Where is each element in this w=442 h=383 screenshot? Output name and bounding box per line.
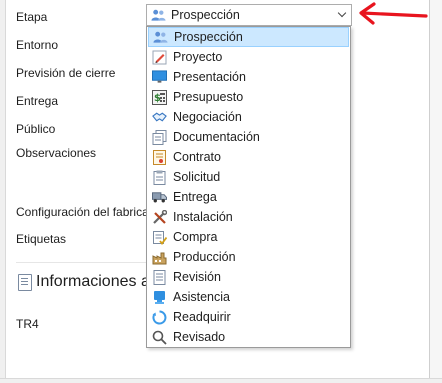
dropdown-item-presentacion[interactable]: Presentación bbox=[148, 67, 349, 87]
window-frame-bottom bbox=[0, 378, 442, 383]
dropdown-item-label: Prospección bbox=[174, 30, 243, 44]
request-icon bbox=[152, 170, 167, 185]
magnifier-icon bbox=[152, 330, 167, 345]
documents-icon bbox=[152, 129, 167, 145]
dropdown-item-label: Compra bbox=[173, 230, 218, 244]
dropdown-item-label: Solicitud bbox=[173, 170, 221, 184]
assistance-icon bbox=[152, 290, 167, 305]
dropdown-item-label: Contrato bbox=[173, 150, 221, 164]
dropdown-item-revisado[interactable]: Revisado bbox=[148, 327, 349, 347]
dropdown-item-produccion[interactable]: Producción bbox=[148, 247, 349, 267]
label-etapa: Etapa bbox=[16, 10, 48, 24]
dropdown-item-entrega[interactable]: Entrega bbox=[148, 187, 349, 207]
dropdown-item-label: Presentación bbox=[173, 70, 246, 84]
contract-icon bbox=[152, 149, 167, 165]
label-entorno: Entorno bbox=[16, 38, 59, 52]
dropdown-item-negociacion[interactable]: Negociación bbox=[148, 107, 349, 127]
people-icon bbox=[153, 30, 168, 45]
label-tr4: TR4 bbox=[16, 317, 39, 331]
chevron-down-icon[interactable] bbox=[337, 8, 347, 18]
dropdown-item-label: Presupuesto bbox=[173, 90, 244, 104]
dropdown-item-solicitud[interactable]: Solicitud bbox=[148, 167, 349, 187]
dropdown-item-instalacion[interactable]: Instalación bbox=[148, 207, 349, 227]
dropdown-item-revision[interactable]: Revisión bbox=[148, 267, 349, 287]
etapa-combobox-value: Prospección bbox=[171, 8, 240, 22]
dropdown-item-label: Revisado bbox=[173, 330, 226, 344]
pencil-icon bbox=[152, 50, 167, 65]
dropdown-item-contrato[interactable]: Contrato bbox=[148, 147, 349, 167]
handshake-icon bbox=[152, 110, 167, 125]
dropdown-item-prospeccion[interactable]: Prospección bbox=[148, 27, 349, 47]
purchase-icon bbox=[152, 230, 167, 245]
label-observaciones: Observaciones bbox=[16, 146, 97, 160]
section-header: Informaciones a bbox=[18, 273, 150, 291]
recycle-icon bbox=[152, 310, 167, 325]
dropdown-item-compra[interactable]: Compra bbox=[148, 227, 349, 247]
tools-icon bbox=[152, 209, 167, 225]
dropdown-item-label: Producción bbox=[173, 250, 236, 264]
dropdown-item-label: Negociación bbox=[173, 110, 242, 124]
dropdown-item-label: Entrega bbox=[173, 190, 217, 204]
review-icon bbox=[152, 269, 167, 285]
dropdown-item-documentacion[interactable]: Documentación bbox=[148, 127, 349, 147]
people-icon bbox=[151, 8, 166, 23]
label-publico: Público bbox=[16, 122, 56, 136]
annotation-arrow-icon bbox=[359, 2, 428, 25]
dropdown-item-proyecto[interactable]: Proyecto bbox=[148, 47, 349, 67]
dropdown-item-label: Revisión bbox=[173, 270, 221, 284]
document-icon bbox=[18, 273, 32, 291]
section-title: Informaciones a bbox=[36, 273, 150, 290]
dropdown-item-label: Asistencia bbox=[173, 290, 230, 304]
dropdown-item-label: Instalación bbox=[173, 210, 233, 224]
truck-icon bbox=[152, 190, 167, 205]
monitor-icon bbox=[152, 70, 167, 85]
etapa-combobox[interactable]: Prospección bbox=[146, 4, 352, 26]
dropdown-item-label: Readquirir bbox=[173, 310, 231, 324]
etapa-dropdown-list[interactable]: Prospección Proyecto Presentación $ Pres… bbox=[146, 26, 351, 348]
label-etiquetas: Etiquetas bbox=[16, 232, 67, 246]
dropdown-item-asistencia[interactable]: Asistencia bbox=[148, 287, 349, 307]
dropdown-item-presupuesto[interactable]: $ Presupuesto bbox=[148, 87, 349, 107]
dropdown-item-label: Proyecto bbox=[173, 50, 223, 64]
window-frame-left bbox=[0, 0, 6, 383]
dropdown-item-readquirir[interactable]: Readquirir bbox=[148, 307, 349, 327]
label-entrega: Entrega bbox=[16, 94, 59, 108]
label-configuracion-fabrica: Configuración del fabrica bbox=[16, 205, 149, 219]
dropdown-item-label: Documentación bbox=[173, 130, 260, 144]
label-prevision-cierre: Previsión de cierre bbox=[16, 66, 116, 80]
calculator-icon: $ bbox=[152, 89, 167, 105]
svg-text:$: $ bbox=[154, 93, 161, 104]
window-frame-right bbox=[429, 0, 442, 383]
production-icon bbox=[152, 250, 167, 265]
